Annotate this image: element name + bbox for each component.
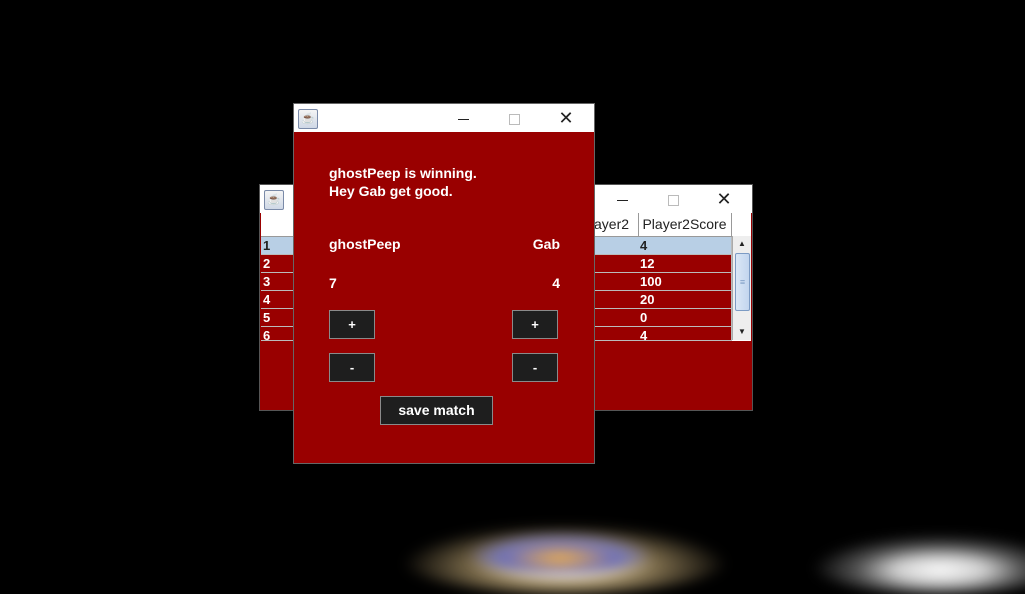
row-score: 0 [638, 309, 732, 327]
player1-decrement-button[interactable]: - [329, 353, 375, 382]
wallpaper-glow [810, 534, 1025, 594]
match-dialog: ☕ ✕ ghostPeep is winning. Hey Gab get go… [293, 103, 595, 464]
maximize-button[interactable] [491, 104, 537, 132]
row-score: 20 [638, 291, 732, 309]
title-bar[interactable]: ☕ ✕ [294, 104, 594, 132]
close-button[interactable]: ✕ [701, 185, 747, 213]
row-score: 4 [638, 327, 732, 340]
player2-score: 4 [552, 275, 560, 291]
save-match-button[interactable]: save match [380, 396, 493, 425]
scroll-thumb[interactable]: ≡ [735, 253, 750, 311]
wallpaper-glow [470, 534, 650, 574]
player1-increment-button[interactable]: + [329, 310, 375, 339]
close-button[interactable]: ✕ [543, 104, 589, 132]
minimize-button[interactable] [599, 185, 645, 213]
minimize-button[interactable] [440, 104, 486, 132]
row-score: 100 [638, 273, 732, 291]
status-message: ghostPeep is winning. [329, 165, 477, 181]
row-score: 4 [638, 237, 732, 255]
maximize-button[interactable] [650, 185, 696, 213]
taunt-message: Hey Gab get good. [329, 183, 453, 199]
player1-name: ghostPeep [329, 236, 401, 252]
column-header-player2score[interactable]: Player2Score [638, 213, 732, 236]
java-icon: ☕ [264, 190, 284, 210]
player2-decrement-button[interactable]: - [512, 353, 558, 382]
player2-increment-button[interactable]: + [512, 310, 558, 339]
scroll-down-icon[interactable]: ▼ [733, 324, 751, 340]
player2-name: Gab [532, 236, 560, 252]
java-icon: ☕ [298, 109, 318, 129]
column-header-player2[interactable]: ayer2 [594, 213, 639, 236]
vertical-scrollbar[interactable]: ▲ ≡ ▼ [732, 236, 751, 340]
player1-score: 7 [329, 275, 337, 291]
row-score: 12 [638, 255, 732, 273]
scroll-up-icon[interactable]: ▲ [733, 236, 751, 252]
